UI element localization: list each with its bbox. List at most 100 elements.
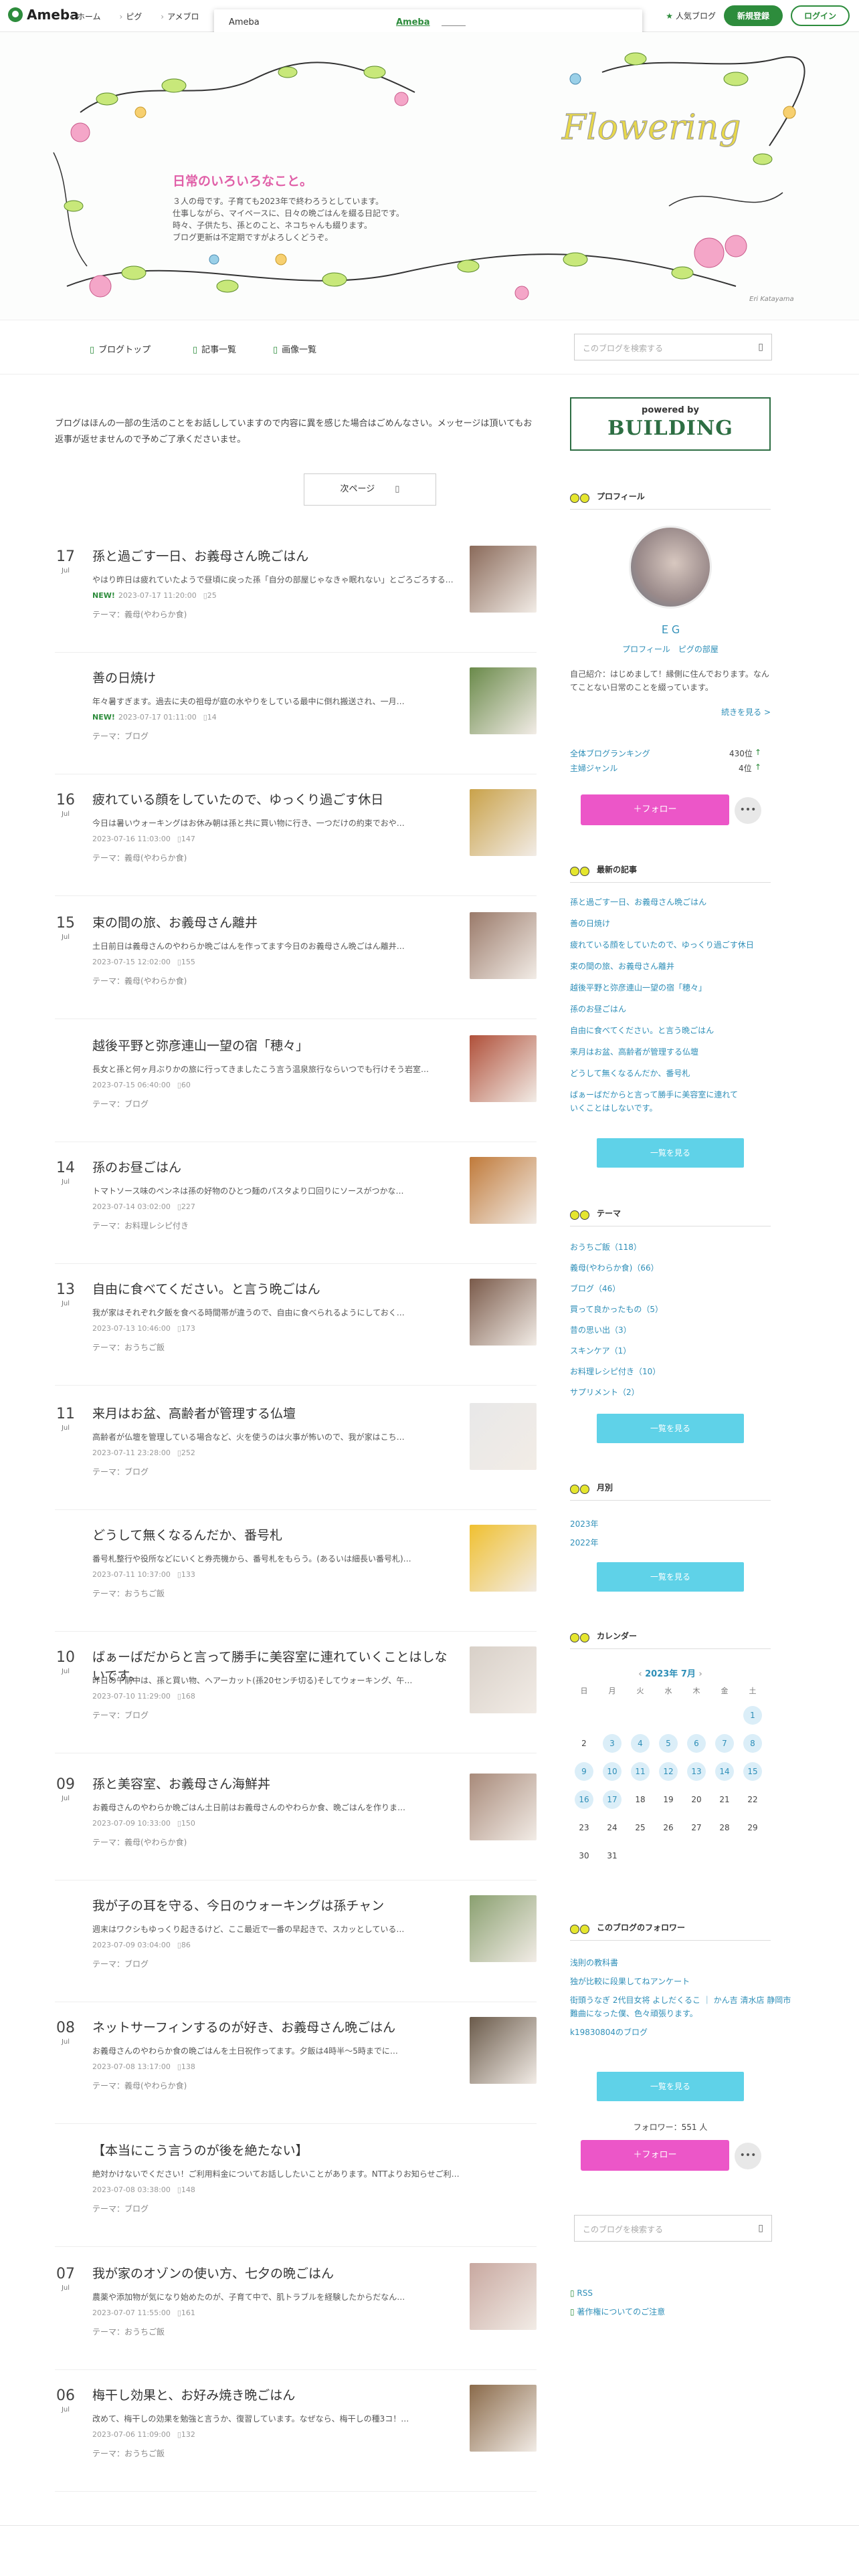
entry-title[interactable]: 疲れている顔をしていたので、ゆっくり過ごす休日 (92, 790, 454, 809)
theme-link[interactable]: ブログ（46） (570, 1283, 620, 1294)
entry-theme[interactable]: テーマ：義母(やわらか食) (92, 975, 187, 986)
entry-thumbnail[interactable] (470, 2263, 537, 2330)
blog-search-input[interactable]: このブログを検索する ▯ (574, 334, 772, 360)
entry-title[interactable]: 越後平野と弥彦連山一望の宿「穂々」 (92, 1037, 454, 1055)
calendar-day-link[interactable]: 9 (570, 1757, 598, 1786)
entry-theme[interactable]: テーマ：おうちご飯 (92, 1341, 165, 1353)
profile-more-link[interactable]: 続きを見る > (570, 706, 771, 718)
followers-list-button[interactable]: 一覧を見る (597, 2072, 744, 2101)
entry-title[interactable]: 【本当にこう言うのが後を絶たない】 (92, 2141, 454, 2160)
tab-entry-list[interactable]: 記事一覧 (193, 342, 236, 355)
profile-name[interactable]: ＥＧ (570, 621, 771, 637)
next-month-icon[interactable]: › (696, 1669, 702, 1679)
entry-theme[interactable]: テーマ：ブログ (92, 1466, 149, 1477)
entry-title[interactable]: 我が家のオゾンの使い方、七夕の晩ごはん (92, 2264, 454, 2283)
comment-count[interactable]: 227 (181, 1202, 195, 1211)
ranking-genre[interactable]: 主婦ジャンル (570, 762, 617, 774)
entry-thumbnail[interactable] (470, 1403, 537, 1470)
comment-count[interactable]: 155 (181, 958, 195, 966)
nav-pigg[interactable]: ピグ (119, 11, 142, 22)
comment-count[interactable]: 173 (181, 1324, 195, 1333)
month-2022[interactable]: 2022年 (570, 1537, 599, 1548)
calendar-day-link[interactable]: 3 (598, 1729, 626, 1757)
theme-link[interactable]: サプリメント（2） (570, 1386, 640, 1398)
register-button[interactable]: 新規登録 (723, 5, 783, 26)
follower-link[interactable]: 難曲になった僕、色々頑張ります。 (570, 2008, 698, 2019)
monthly-list-button[interactable]: 一覧を見る (597, 1562, 744, 1592)
calendar-day-link[interactable]: 12 (654, 1757, 682, 1786)
theme-link[interactable]: 義母(やわらか食)（66） (570, 1262, 659, 1273)
entry-theme[interactable]: テーマ：ブログ (92, 1098, 149, 1109)
entry-thumbnail[interactable] (470, 1774, 537, 1840)
entry-theme[interactable]: テーマ：義母(やわらか食) (92, 852, 187, 863)
calendar-day-link[interactable]: 10 (598, 1757, 626, 1786)
entry-theme[interactable]: テーマ：義母(やわらか食) (92, 2080, 187, 2091)
follower-link[interactable]: 浅則の教科書 (570, 1957, 618, 1968)
comment-count[interactable]: 252 (181, 1448, 195, 1457)
popular-blog-link[interactable]: 人気ブログ (666, 10, 716, 21)
comment-count[interactable]: 133 (181, 1570, 195, 1579)
next-page-button[interactable]: 次ページ ▯ (304, 473, 436, 506)
entry-title[interactable]: 梅干し効果と、お好み焼き晩ごはん (92, 2386, 454, 2405)
entry-thumbnail[interactable] (470, 1525, 537, 1592)
entry-theme[interactable]: テーマ：義母(やわらか食) (92, 1836, 187, 1848)
comment-count[interactable]: 148 (181, 2185, 195, 2194)
calendar-day-link[interactable]: 8 (739, 1729, 767, 1757)
recent-list-button[interactable]: 一覧を見る (597, 1138, 744, 1168)
entry-theme[interactable]: テーマ：ブログ (92, 2203, 149, 2214)
calendar-day-link[interactable]: 11 (626, 1757, 654, 1786)
month-2023[interactable]: 2023年 (570, 1518, 599, 1529)
entry-thumbnail[interactable] (470, 789, 537, 856)
follower-link[interactable]: 独が比較に段果してねアンケート (570, 1975, 690, 1987)
comment-count[interactable]: 168 (181, 1692, 195, 1701)
comment-count[interactable]: 138 (181, 2062, 195, 2071)
follower-link[interactable]: k19830804のブログ (570, 2026, 648, 2038)
avatar[interactable] (629, 526, 712, 609)
calendar-day-link[interactable]: 7 (710, 1729, 739, 1757)
entry-theme[interactable]: テーマ：ブログ (92, 730, 149, 742)
entry-thumbnail[interactable] (470, 667, 537, 734)
calendar-day-link[interactable]: 14 (710, 1757, 739, 1786)
entry-theme[interactable]: テーマ：ブログ (92, 1958, 149, 1969)
sidebar-search-input[interactable]: このブログを検索する ▯ (574, 2215, 772, 2242)
nav-home[interactable]: ホーム (70, 11, 101, 22)
theme-link[interactable]: お料理レシピ付き（10） (570, 1366, 660, 1377)
more-options-button[interactable]: ••• (735, 797, 761, 824)
tab-image-list[interactable]: 画像一覧 (273, 342, 316, 355)
follower-link[interactable]: 街頭うなぎ 2代目女将 よしだくるこ ｜ かん吉 清水店 静岡市 (570, 1994, 791, 2006)
search-icon[interactable]: ▯ (758, 342, 763, 352)
ameba-logo[interactable]: Ameba (8, 7, 79, 23)
recent-entry-link[interactable]: 孫と過ごす一日、お義母さん晩ごはん (570, 896, 706, 907)
entry-thumbnail[interactable] (470, 1646, 537, 1713)
recent-entry-link[interactable]: いくことはしないです。 (570, 1102, 657, 1113)
prev-month-icon[interactable]: ‹ (638, 1669, 645, 1679)
calendar-day-link[interactable]: 15 (739, 1757, 767, 1786)
login-button[interactable]: ログイン (790, 5, 850, 26)
entry-title[interactable]: 孫と過ごす一日、お義母さん晩ごはん (92, 547, 454, 566)
entry-thumbnail[interactable] (470, 1035, 537, 1102)
entry-title[interactable]: 自由に食べてください。と言う晩ごはん (92, 1280, 454, 1299)
recent-entry-link[interactable]: 孫のお昼ごはん (570, 1003, 626, 1014)
rss-link[interactable]: ▯ RSS (570, 2288, 593, 2298)
theme-link[interactable]: スキンケア（1） (570, 1345, 631, 1356)
recent-entry-link[interactable]: 善の日焼け (570, 918, 610, 929)
theme-list-button[interactable]: 一覧を見る (597, 1414, 744, 1443)
calendar-day-link[interactable]: 6 (682, 1729, 710, 1757)
entry-title[interactable]: 束の間の旅、お義母さん離井 (92, 914, 454, 932)
calendar-day-link[interactable]: 5 (654, 1729, 682, 1757)
calendar-day-link[interactable]: 13 (682, 1757, 710, 1786)
entry-theme[interactable]: テーマ：おうちご飯 (92, 1588, 165, 1599)
copyright-link[interactable]: ▯ 著作権についてのご注意 (570, 2306, 665, 2317)
entry-thumbnail[interactable] (470, 912, 537, 979)
calendar-day-link[interactable]: 16 (570, 1786, 598, 1814)
recent-entry-link[interactable]: どうして無くなるんだか、番号札 (570, 1067, 690, 1079)
recent-entry-link[interactable]: 来月はお盆、高齢者が管理する仏壇 (570, 1046, 698, 1057)
comment-count[interactable]: 147 (181, 835, 195, 843)
calendar-day-link[interactable]: 4 (626, 1729, 654, 1757)
entry-title[interactable]: 孫のお昼ごはん (92, 1158, 454, 1177)
comment-count[interactable]: 14 (207, 713, 217, 722)
entry-thumbnail[interactable] (470, 546, 537, 613)
entry-theme[interactable]: テーマ：おうちご飯 (92, 2326, 165, 2337)
entry-thumbnail[interactable] (470, 1279, 537, 1346)
entry-title[interactable]: 来月はお盆、高齢者が管理する仏壇 (92, 1404, 454, 1423)
